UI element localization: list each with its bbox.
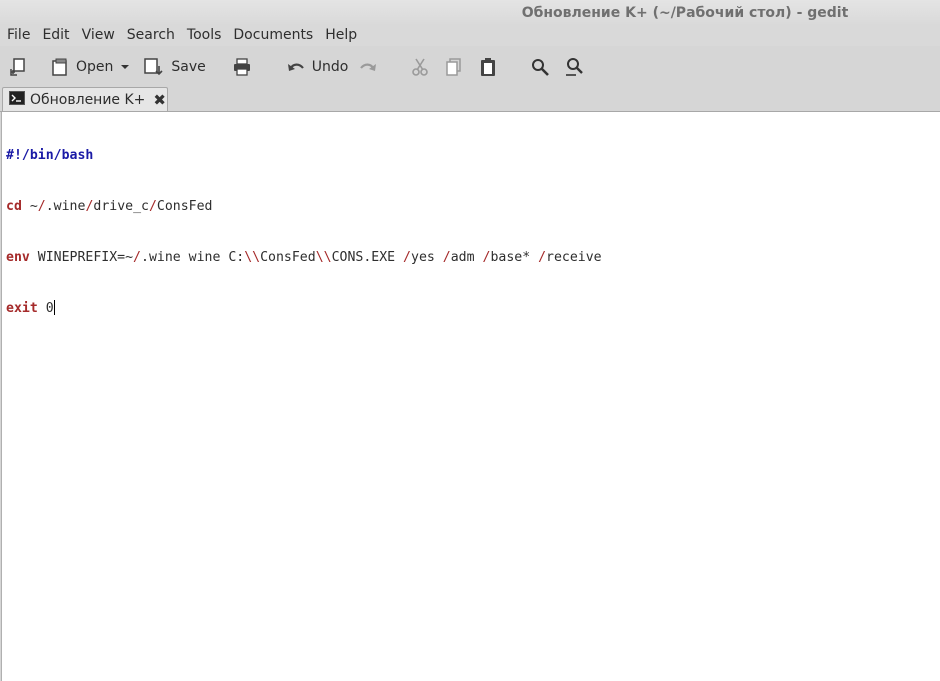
open-icon — [50, 57, 70, 77]
code-line-3: env WINEPREFIX=~/.wine wine C:\\ConsFed\… — [6, 249, 602, 266]
find-replace-icon — [564, 57, 584, 77]
printer-icon — [232, 57, 252, 77]
undo-label: Undo — [311, 59, 349, 75]
paste-icon — [478, 57, 498, 77]
new-document-icon — [8, 57, 28, 77]
keyword-cd: cd — [6, 199, 22, 214]
copy-icon — [444, 57, 464, 77]
code-text: ConsFed — [156, 199, 213, 214]
tab-bar: Обновление K+ ✖ — [0, 86, 940, 112]
code-content: #!/bin/bash cd ~/.wine/drive_c/ConsFed e… — [6, 113, 602, 351]
code-line-2: cd ~/.wine/drive_c/ConsFed — [6, 198, 602, 215]
menu-bar: File Edit View Search Tools Documents He… — [0, 24, 940, 46]
code-text: .wine — [45, 199, 86, 214]
paste-button[interactable] — [474, 52, 502, 82]
menu-tools[interactable]: Tools — [181, 27, 228, 43]
close-icon[interactable]: ✖ — [153, 91, 166, 109]
code-text: base* — [490, 250, 539, 265]
code-text: 0 — [37, 301, 54, 316]
code-text: receive — [546, 250, 602, 265]
menu-edit[interactable]: Edit — [36, 27, 75, 43]
redo-icon — [358, 57, 378, 77]
keyword-env: env — [6, 250, 30, 265]
code-escape: \\ — [315, 250, 332, 265]
toolbar: Open Save Undo — [0, 48, 940, 86]
open-button[interactable]: Open — [46, 52, 117, 82]
title-bar: Обновление K+ (~/Рабочий стол) - gedit — [0, 0, 940, 26]
window-title: Обновление K+ (~/Рабочий стол) - gedit — [521, 5, 849, 21]
code-slash: / — [37, 199, 46, 214]
cut-icon — [410, 57, 430, 77]
code-text: drive_c — [93, 199, 149, 214]
code-text: WINEPREFIX=~ — [29, 250, 134, 265]
save-icon — [143, 57, 165, 77]
code-slash: / — [148, 199, 157, 214]
copy-button[interactable] — [440, 52, 468, 82]
redo-button[interactable] — [354, 52, 382, 82]
keyword-exit: exit — [6, 301, 38, 316]
code-line-1: #!/bin/bash — [6, 147, 602, 164]
search-icon — [530, 57, 550, 77]
text-editor[interactable]: #!/bin/bash cd ~/.wine/drive_c/ConsFed e… — [1, 112, 940, 681]
code-text: ConsFed — [260, 250, 316, 265]
tab-document[interactable]: Обновление K+ ✖ — [2, 87, 168, 111]
find-replace-button[interactable] — [560, 52, 588, 82]
code-text: ~ — [21, 199, 38, 214]
shebang: #!/bin/bash — [6, 148, 94, 163]
undo-button[interactable]: Undo — [282, 52, 353, 82]
print-button[interactable] — [228, 52, 256, 82]
menu-file[interactable]: File — [0, 27, 36, 43]
undo-icon — [286, 57, 306, 77]
code-slash: / — [538, 250, 547, 265]
code-slash: / — [133, 250, 141, 265]
terminal-file-icon — [9, 90, 25, 109]
code-text: CONS.EXE — [331, 250, 404, 265]
code-text: yes — [411, 250, 443, 265]
menu-documents[interactable]: Documents — [227, 27, 319, 43]
open-label: Open — [76, 59, 114, 75]
menu-help[interactable]: Help — [319, 27, 363, 43]
code-text: .wine wine C: — [141, 250, 245, 265]
chevron-down-icon — [119, 61, 131, 73]
menu-search[interactable]: Search — [121, 27, 181, 43]
code-slash: / — [403, 250, 411, 265]
text-cursor — [53, 300, 55, 315]
tab-label: Обновление K+ — [30, 91, 146, 108]
code-text: adm — [450, 250, 483, 265]
menu-view[interactable]: View — [76, 27, 121, 43]
open-recent-dropdown[interactable] — [117, 52, 133, 82]
code-escape: \\ — [244, 250, 261, 265]
new-document-button[interactable] — [4, 52, 32, 82]
save-button[interactable]: Save — [139, 52, 209, 82]
code-slash: / — [442, 250, 451, 265]
code-line-4: exit 0 — [6, 300, 602, 317]
save-label: Save — [171, 59, 206, 75]
find-button[interactable] — [526, 52, 554, 82]
cut-button[interactable] — [406, 52, 434, 82]
